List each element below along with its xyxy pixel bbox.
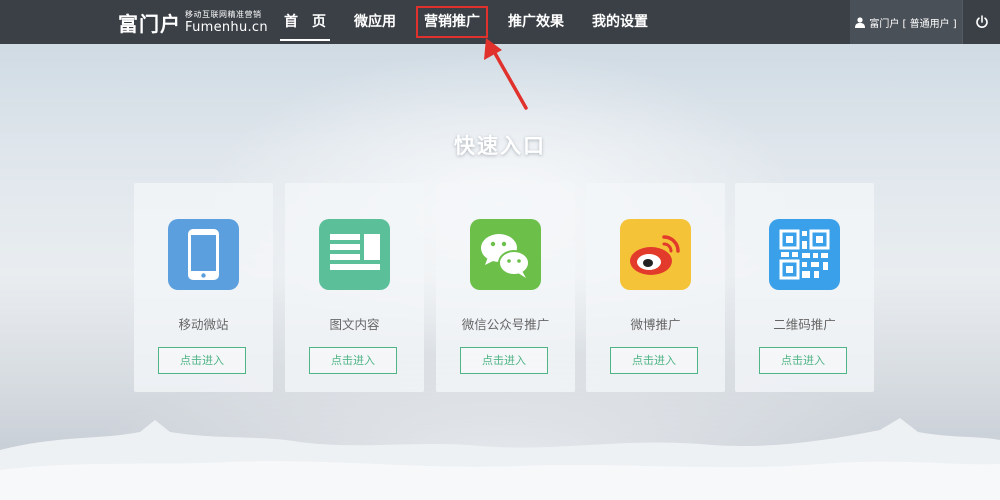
wechat-icon — [470, 219, 541, 290]
logout-button[interactable] — [962, 0, 1000, 44]
logo-domain: Fumenhu.cn — [185, 19, 268, 35]
card-weibo[interactable]: 微博推广 点击进入 — [586, 183, 725, 392]
card-mobile-site[interactable]: 移动微站 点击进入 — [134, 183, 273, 392]
annotation-arrow — [484, 38, 528, 110]
logo-slogan: 移动互联网精准营销 — [185, 9, 262, 19]
weibo-icon — [620, 219, 691, 290]
card-wechat[interactable]: 微信公众号推广 点击进入 — [436, 183, 575, 392]
card-qr-code[interactable]: 二维码推广 点击进入 — [735, 183, 874, 392]
enter-button[interactable]: 点击进入 — [309, 347, 397, 374]
quick-access-title: 快速入口 — [454, 134, 546, 158]
user-label: 富门户 [ 普通用户 ] — [869, 18, 957, 30]
card-label: 图文内容 — [329, 317, 380, 332]
power-icon — [975, 15, 988, 28]
card-label: 二维码推广 — [773, 317, 836, 332]
article-icon — [319, 219, 390, 290]
enter-button[interactable]: 点击进入 — [158, 347, 246, 374]
nav-item-micro-apps[interactable]: 微应用 — [340, 0, 410, 44]
enter-button[interactable]: 点击进入 — [460, 347, 548, 374]
enter-button[interactable]: 点击进入 — [759, 347, 847, 374]
background-clouds — [0, 418, 1000, 500]
mobile-phone-icon — [168, 219, 239, 290]
site-logo[interactable]: 富门户 移动互联网精准营销 Fumenhu.cn — [118, 7, 268, 37]
qr-code-icon — [769, 219, 840, 290]
main-nav: 首 页 微应用 营销推广 推广效果 我的设置 — [270, 0, 662, 44]
nav-item-home[interactable]: 首 页 — [270, 0, 340, 44]
card-label: 微信公众号推广 — [461, 317, 550, 332]
card-label: 微博推广 — [630, 317, 681, 332]
card-label: 移动微站 — [178, 317, 229, 332]
enter-button[interactable]: 点击进入 — [610, 347, 698, 374]
user-icon — [855, 16, 866, 28]
user-menu[interactable]: 富门户 [ 普通用户 ] — [850, 0, 962, 44]
card-articles[interactable]: 图文内容 点击进入 — [285, 183, 424, 392]
logo-chinese-text: 富门户 — [118, 11, 181, 36]
nav-item-my-settings[interactable]: 我的设置 — [578, 0, 662, 44]
